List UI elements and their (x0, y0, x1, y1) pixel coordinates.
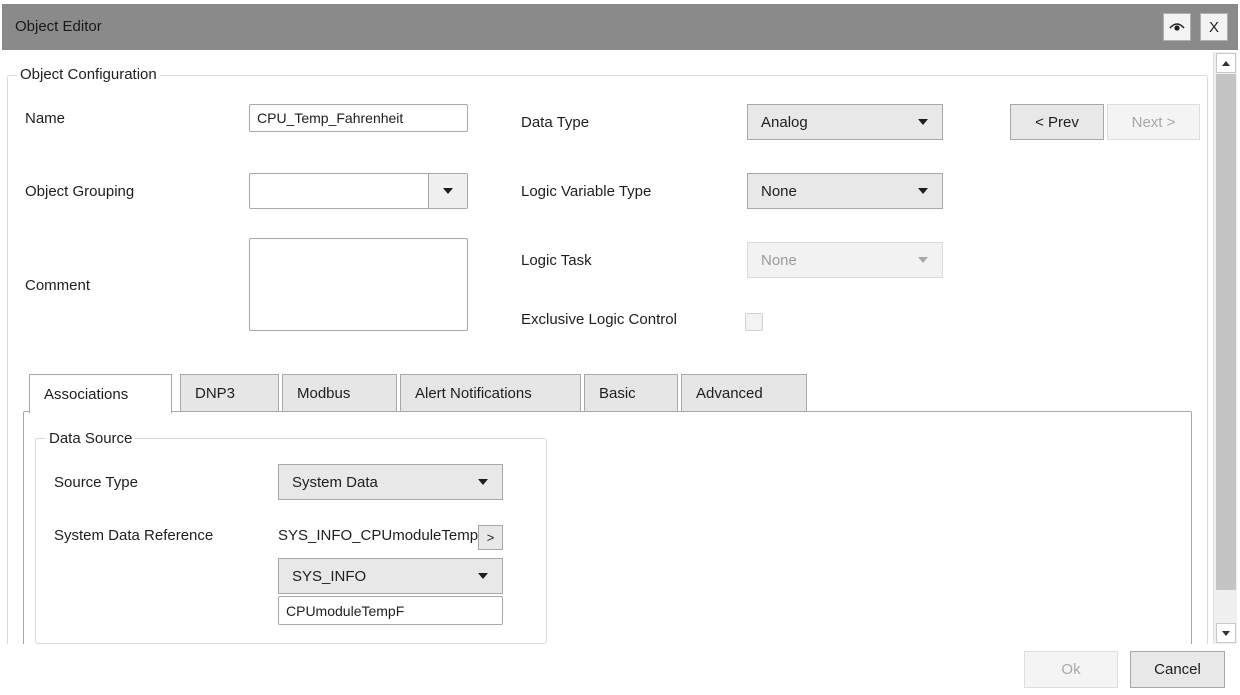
name-label: Name (25, 110, 66, 127)
exclusive-logic-control-label: Exclusive Logic Control (521, 311, 677, 328)
title-bar: Object Editor X (0, 0, 1240, 52)
chevron-down-icon (478, 479, 488, 485)
next-button[interactable]: Next > (1107, 104, 1200, 140)
exclusive-logic-control-checkbox[interactable] (745, 313, 763, 331)
chevron-down-icon (478, 573, 488, 579)
comment-label: Comment (25, 277, 91, 294)
close-button[interactable]: X (1200, 13, 1228, 41)
data-source-legend: Data Source (46, 430, 136, 447)
source-type-value: System Data (292, 473, 378, 491)
system-data-category-select[interactable]: SYS_INFO (278, 558, 503, 594)
logic-variable-type-value: None (761, 182, 797, 200)
chevron-down-icon (918, 257, 928, 263)
system-data-reference-expand-button[interactable]: > (478, 525, 503, 550)
cancel-button[interactable]: Cancel (1130, 651, 1225, 688)
scroll-thumb[interactable] (1216, 74, 1236, 590)
tab-basic[interactable]: Basic (584, 374, 678, 412)
system-data-reference-label: System Data Reference (54, 527, 214, 544)
logic-variable-type-select[interactable]: None (747, 173, 943, 209)
logic-task-select[interactable]: None (747, 242, 943, 278)
prev-button[interactable]: < Prev (1010, 104, 1104, 140)
system-data-category-value: SYS_INFO (292, 567, 367, 585)
arrow-up-icon (1222, 60, 1230, 66)
comment-field[interactable] (249, 238, 468, 331)
title-bar-background (2, 4, 1238, 50)
vertical-scrollbar[interactable] (1213, 52, 1237, 644)
logic-variable-type-label: Logic Variable Type (521, 183, 652, 200)
eye-icon (1169, 19, 1185, 36)
ok-button[interactable]: Ok (1024, 651, 1118, 688)
object-grouping-combo[interactable] (249, 173, 468, 209)
data-type-value: Analog (761, 113, 808, 131)
tab-modbus[interactable]: Modbus (282, 374, 397, 412)
chevron-down-icon (443, 188, 453, 194)
chevron-down-icon (918, 119, 928, 125)
logic-task-label: Logic Task (521, 252, 592, 269)
tab-advanced[interactable]: Advanced (681, 374, 807, 412)
name-field[interactable]: CPU_Temp_Fahrenheit (249, 104, 468, 132)
source-type-select[interactable]: System Data (278, 464, 503, 500)
source-type-label: Source Type (54, 474, 138, 491)
arrow-down-icon (1222, 630, 1230, 636)
scroll-up-button[interactable] (1216, 53, 1236, 73)
logic-task-value: None (761, 251, 797, 269)
visibility-toggle-button[interactable] (1163, 13, 1191, 41)
tab-dnp3[interactable]: DNP3 (180, 374, 279, 412)
data-type-label: Data Type (521, 114, 590, 131)
object-grouping-label: Object Grouping (25, 183, 135, 200)
window-title: Object Editor (15, 18, 102, 35)
object-configuration-legend: Object Configuration (17, 66, 160, 83)
data-type-select[interactable]: Analog (747, 104, 943, 140)
scroll-down-button[interactable] (1216, 623, 1236, 643)
system-data-reference-value: SYS_INFO_CPUmoduleTempF (278, 527, 488, 544)
chevron-down-icon (918, 188, 928, 194)
object-grouping-dropdown-button[interactable] (429, 174, 467, 208)
tab-associations[interactable]: Associations (29, 374, 172, 414)
system-data-item-field[interactable]: CPUmoduleTempF (278, 596, 503, 625)
tab-alert-notifications[interactable]: Alert Notifications (400, 374, 581, 412)
